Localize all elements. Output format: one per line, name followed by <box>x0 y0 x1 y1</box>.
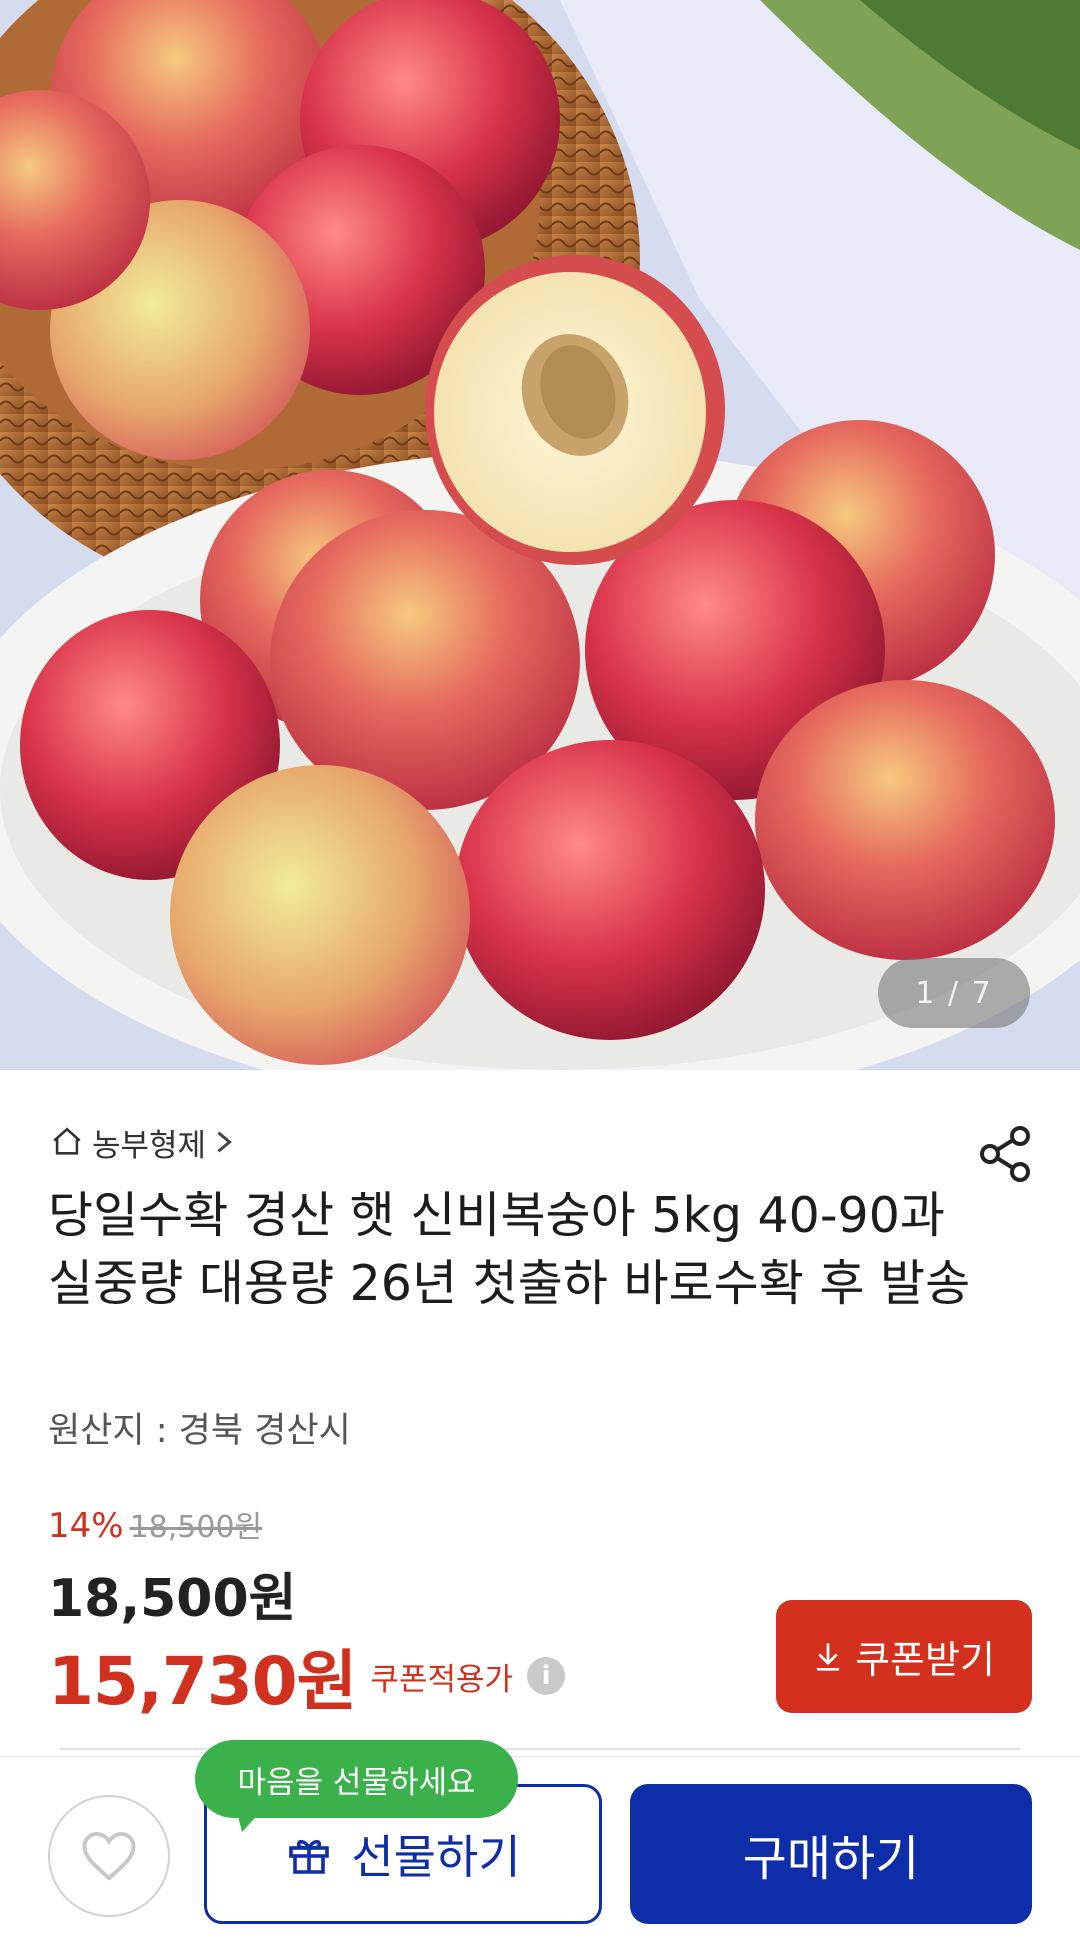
wishlist-button[interactable] <box>48 1795 170 1917</box>
product-origin: 원산지 : 경북 경산시 <box>48 1411 351 1451</box>
product-image[interactable]: 1 / 7 <box>0 0 1080 1070</box>
chevron-right-icon <box>214 1129 234 1155</box>
store-name: 농부형제 <box>92 1127 207 1164</box>
share-button[interactable] <box>978 1124 1034 1184</box>
buy-button[interactable]: 구매하기 <box>630 1784 1032 1924</box>
store-link[interactable]: 농부형제 <box>50 1120 234 1164</box>
heart-icon <box>82 1831 136 1881</box>
gift-tooltip-text: 마음을 선물하세요 <box>237 1764 476 1801</box>
info-icon[interactable]: i <box>527 1657 566 1695</box>
coupon-price-label: 쿠폰적용가 <box>370 1661 514 1698</box>
product-title: 당일수확 경산 햇 신비복숭아 5kg 40-90과 실중량 대용량 26년 첫… <box>48 1187 971 1312</box>
discount-rate: 14% <box>48 1506 124 1546</box>
divider <box>60 1748 1020 1750</box>
gift-tooltip-bubble: 마음을 선물하세요 <box>195 1740 518 1818</box>
discount-row: 14% 18,500원 <box>48 1502 262 1546</box>
image-counter: 1 / 7 <box>878 958 1030 1028</box>
sale-price: 18,500원 <box>48 1569 297 1629</box>
buy-button-label: 구매하기 <box>742 1831 920 1887</box>
home-icon <box>50 1125 84 1159</box>
coupon-price-row: 15,730원 쿠폰적용가 i <box>48 1628 566 1724</box>
gift-button-label: 선물하기 <box>351 1830 521 1884</box>
share-icon <box>980 1126 1030 1182</box>
coupon-price: 15,730원 <box>48 1643 357 1720</box>
gift-icon <box>289 1839 330 1874</box>
original-price: 18,500원 <box>129 1510 263 1545</box>
get-coupon-button[interactable]: 쿠폰받기 <box>776 1600 1032 1713</box>
download-icon <box>817 1642 840 1671</box>
get-coupon-label: 쿠폰받기 <box>855 1638 995 1682</box>
peach-photo <box>0 0 1080 1070</box>
